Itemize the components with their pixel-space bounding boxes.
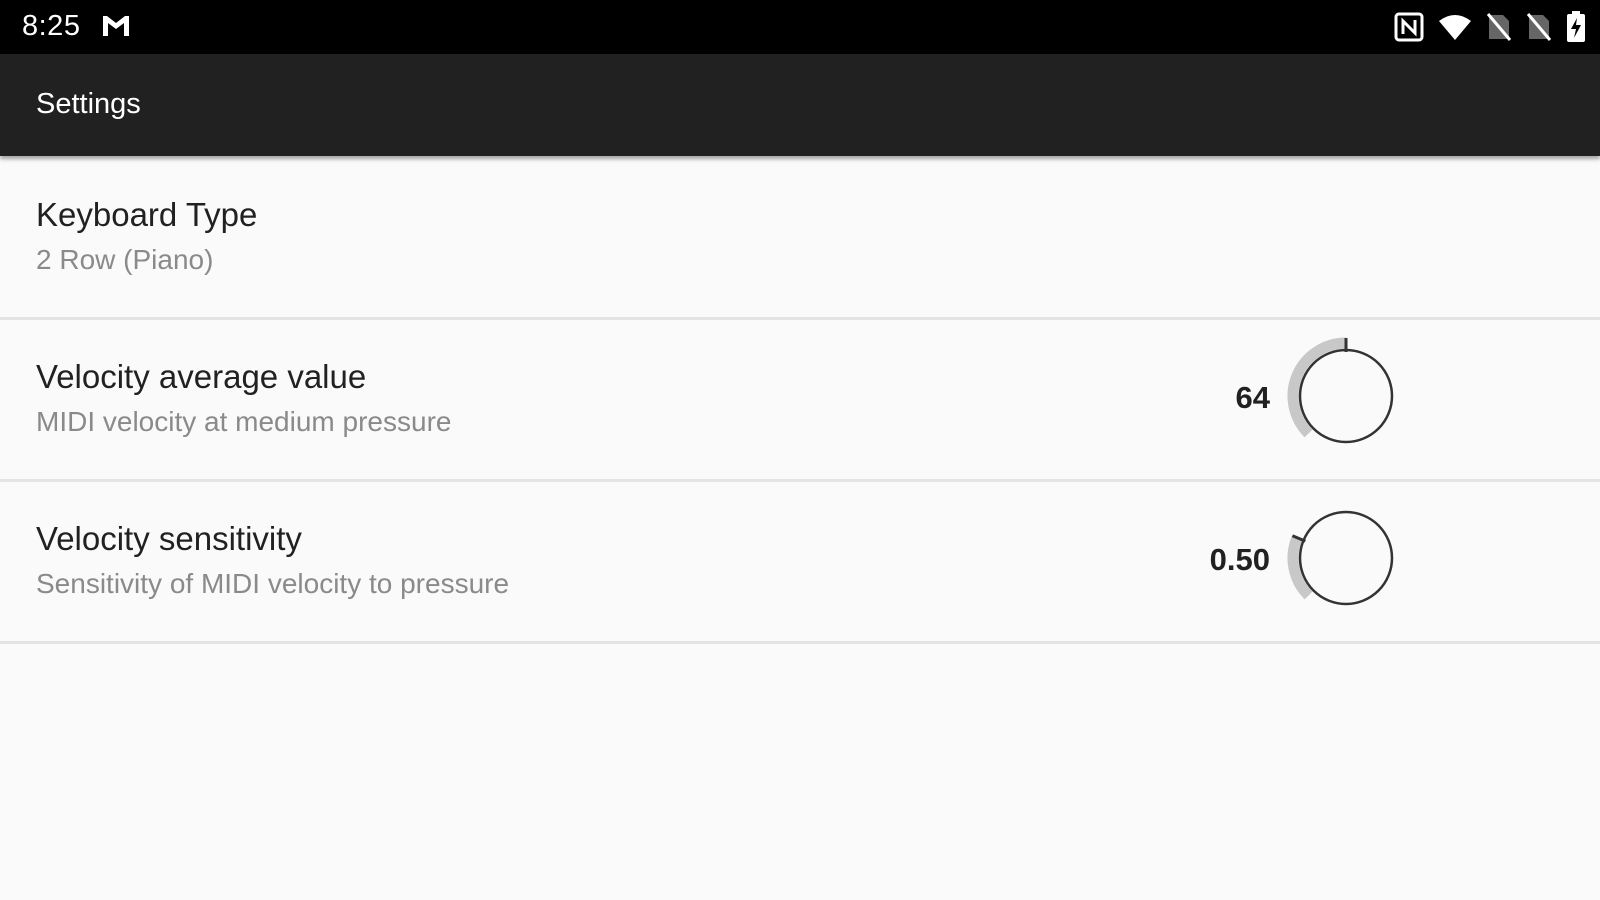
knob-body bbox=[1298, 348, 1394, 444]
pref-summary: Sensitivity of MIDI velocity to pressure bbox=[36, 568, 510, 599]
no-sim-icon bbox=[1486, 12, 1512, 42]
no-sim-icon bbox=[1526, 12, 1552, 42]
nfc-icon bbox=[1394, 12, 1424, 42]
app-bar: Settings bbox=[0, 54, 1600, 156]
status-icons bbox=[1394, 10, 1586, 44]
status-time: 8:25 bbox=[22, 10, 81, 42]
pref-velocity-sensitivity: Velocity sensitivity Sensitivity of MIDI… bbox=[0, 482, 1600, 644]
pref-title: Velocity average value bbox=[36, 358, 367, 395]
pref-title: Keyboard Type bbox=[36, 196, 258, 233]
knob-body bbox=[1298, 510, 1394, 606]
knob-value: 64 bbox=[1235, 380, 1270, 415]
velocity-average-knob[interactable] bbox=[1276, 336, 1406, 466]
wifi-icon bbox=[1438, 13, 1472, 41]
gmail-icon bbox=[100, 12, 132, 40]
knob-value: 0.50 bbox=[1209, 542, 1270, 577]
status-bar: 8:25 bbox=[0, 0, 1600, 54]
pref-velocity-average: Velocity average value MIDI velocity at … bbox=[0, 320, 1600, 482]
pref-title: Velocity sensitivity bbox=[36, 520, 302, 557]
battery-charging-icon bbox=[1566, 11, 1586, 43]
settings-list: Keyboard Type 2 Row (Piano) Velocity ave… bbox=[0, 158, 1600, 644]
pref-keyboard-type[interactable]: Keyboard Type 2 Row (Piano) bbox=[0, 158, 1600, 320]
pref-summary: MIDI velocity at medium pressure bbox=[36, 406, 452, 437]
page-title: Settings bbox=[36, 88, 141, 120]
velocity-sensitivity-knob[interactable] bbox=[1276, 498, 1406, 628]
pref-summary: 2 Row (Piano) bbox=[36, 244, 214, 275]
